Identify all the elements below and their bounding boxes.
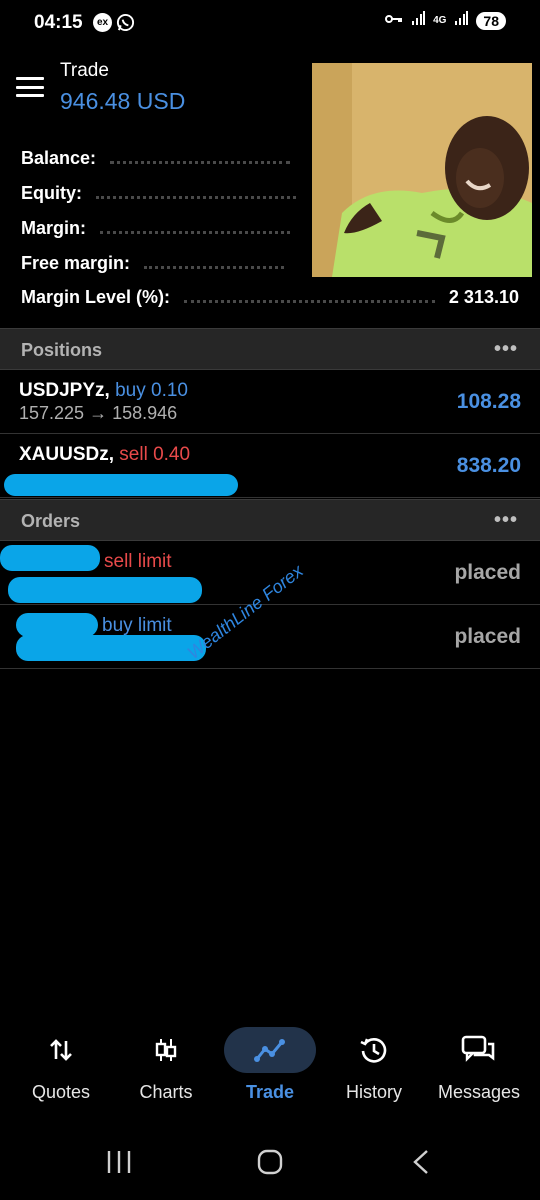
redaction-scribble xyxy=(16,635,206,661)
signal-icon-2 xyxy=(454,11,469,30)
more-options-icon[interactable]: ••• xyxy=(494,509,518,532)
order-status: placed xyxy=(454,561,521,584)
section-title: Positions xyxy=(21,340,103,360)
nav-messages[interactable]: Messages xyxy=(425,1020,533,1115)
summary-value: 2 313.10 xyxy=(448,286,519,307)
position-title: XAUUSDz, sell 0.40 xyxy=(19,444,190,466)
key-icon xyxy=(385,12,403,30)
page-title: Trade xyxy=(60,60,109,81)
account-value: 946.48 USD xyxy=(60,88,186,114)
nav-label: Messages xyxy=(437,1082,521,1102)
redaction-scribble xyxy=(16,613,98,637)
quotes-icon xyxy=(50,1039,72,1061)
status-right: 4G 78 xyxy=(385,11,506,30)
summary-row-margin: Margin: xyxy=(21,213,519,243)
status-time: 04:15 xyxy=(34,12,83,33)
redaction-scribble xyxy=(0,545,100,571)
trade-icon xyxy=(254,1039,285,1062)
summary-row-equity: Equity: xyxy=(21,178,519,208)
position-symbol: XAUUSDz, xyxy=(19,444,115,465)
summary-label: Margin Level (%): xyxy=(21,286,171,307)
summary-row-balance: Balance: xyxy=(21,143,519,173)
position-row[interactable]: XAUUSDz, sell 0.40 838.20 xyxy=(0,434,540,498)
position-prices: 157.225 → 158.946 xyxy=(19,403,178,423)
battery-badge: 78 xyxy=(476,11,506,30)
history-icon xyxy=(360,1038,387,1063)
bottom-nav: Quotes Charts Trade History Messages xyxy=(0,1020,540,1115)
order-row[interactable]: buy limit placed xyxy=(0,605,540,669)
redaction-scribble xyxy=(8,577,202,603)
position-symbol: USDJPYz, xyxy=(19,380,110,401)
notification-icons: ex xyxy=(93,13,135,37)
summary-label: Balance: xyxy=(21,147,97,168)
position-row[interactable]: USDJPYz, buy 0.10 157.225 → 158.946 108.… xyxy=(0,370,540,434)
nav-trade[interactable]: Trade xyxy=(216,1020,324,1115)
whatsapp-icon xyxy=(116,13,135,37)
summary-label: Equity: xyxy=(21,182,82,203)
position-side: sell 0.40 xyxy=(119,444,191,465)
network-type: 4G xyxy=(433,15,447,26)
section-title: Orders xyxy=(21,511,81,531)
signal-icon xyxy=(411,11,426,30)
positions-header: Positions ••• xyxy=(0,328,540,370)
recent-apps-icon[interactable] xyxy=(106,1148,132,1181)
nav-label: Trade xyxy=(245,1082,295,1102)
summary-label: Free margin: xyxy=(21,252,131,273)
back-icon[interactable] xyxy=(410,1148,432,1181)
home-icon[interactable] xyxy=(256,1148,284,1181)
order-status: placed xyxy=(454,625,521,648)
nav-charts[interactable]: Charts xyxy=(112,1020,220,1115)
position-side: buy 0.10 xyxy=(115,380,188,401)
orders-header: Orders ••• xyxy=(0,499,540,541)
position-title: USDJPYz, buy 0.10 xyxy=(19,380,188,402)
order-side: sell limit xyxy=(104,551,172,572)
order-side: buy limit xyxy=(102,615,172,636)
position-profit: 108.28 xyxy=(456,390,521,413)
nav-label: Quotes xyxy=(31,1082,91,1102)
nav-history[interactable]: History xyxy=(320,1020,428,1115)
nav-label: History xyxy=(345,1082,402,1102)
nav-quotes[interactable]: Quotes xyxy=(7,1020,115,1115)
nav-label: Charts xyxy=(139,1082,193,1102)
more-options-icon[interactable]: ••• xyxy=(494,338,518,361)
charts-icon xyxy=(155,1039,177,1061)
system-nav-bar xyxy=(0,1130,540,1200)
status-bar: 04:15 ex 4G 78 xyxy=(0,0,540,50)
redaction-scribble xyxy=(4,474,238,496)
summary-row-free-margin: Free margin: xyxy=(21,248,519,278)
summary-row-margin-level: Margin Level (%): 2 313.10 xyxy=(21,282,519,312)
summary-label: Margin: xyxy=(21,217,86,238)
position-profit: 838.20 xyxy=(456,454,521,477)
messages-icon xyxy=(461,1035,495,1062)
exness-icon: ex xyxy=(93,13,112,32)
hamburger-menu-icon[interactable] xyxy=(16,77,44,97)
